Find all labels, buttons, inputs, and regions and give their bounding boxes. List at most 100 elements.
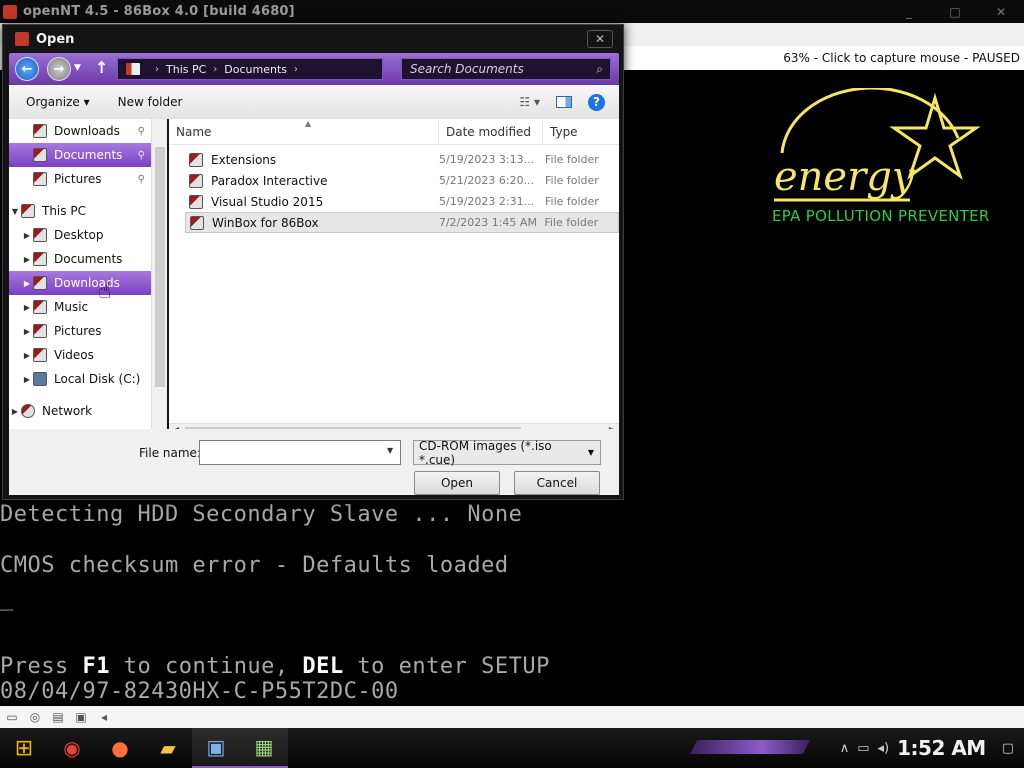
minimize-button[interactable]: _ (886, 5, 932, 19)
chevron-down-icon[interactable]: ▼ (9, 207, 21, 216)
open-dialog: Open ✕ ← → ▼ ↑ › This PC › Documents › S… (2, 24, 624, 500)
file-list-header: Name ▲ Date modified Type (169, 118, 619, 145)
file-row[interactable]: Paradox Interactive 5/21/2023 6:20... File… (185, 170, 619, 191)
chevron-right-icon[interactable]: ▶ (21, 279, 33, 288)
chevron-right-icon[interactable]: ▶ (9, 407, 21, 416)
chevron-right-icon[interactable]: ▶ (21, 303, 33, 312)
dialog-footer: File name: ▼ CD-ROM images (*.iso *.cue)… (9, 429, 619, 495)
pin-icon: ⚲ (137, 125, 145, 137)
chrome-button[interactable]: ◉ (48, 728, 96, 768)
forward-button[interactable]: → (47, 57, 71, 81)
file-row[interactable]: Extensions 5/19/2023 3:13... File folder (185, 149, 619, 170)
nav-item-music[interactable]: ▶ Music (9, 295, 151, 319)
key-del: DEL (302, 654, 344, 679)
nav-item-label: Network (42, 404, 93, 418)
navigation-pane: Downloads ⚲ Documents ⚲ Pictures ⚲ ▼ This PC… (9, 119, 167, 439)
dialog-titlebar[interactable]: Open ✕ (3, 25, 623, 53)
maximize-button[interactable]: □ (932, 5, 978, 19)
column-type[interactable]: Type (543, 119, 619, 145)
cancel-button[interactable]: Cancel (514, 471, 600, 495)
preview-pane-icon[interactable] (556, 96, 572, 108)
scroll-thumb[interactable] (155, 147, 165, 387)
file-explorer-button[interactable]: ▰ (144, 728, 192, 768)
downloads-icon (33, 124, 47, 138)
file-type-filter[interactable]: CD-ROM images (*.iso *.cue) ▼ (413, 439, 601, 467)
chevron-right-icon[interactable]: ▶ (21, 231, 33, 240)
breadcrumb-documents[interactable]: Documents (224, 63, 287, 76)
file-row[interactable]: Visual Studio 2015 5/19/2023 2:31... File … (185, 191, 619, 212)
nav-item-downloads[interactable]: ▶ Downloads (9, 271, 151, 295)
cdrom-icon[interactable]: ◎ (26, 709, 44, 725)
nav-item-pictures[interactable]: ▶ Pictures (9, 319, 151, 343)
chevron-right-icon[interactable]: ▶ (21, 327, 33, 336)
help-icon[interactable]: ? (588, 93, 605, 111)
dialog-close-button[interactable]: ✕ (587, 30, 613, 48)
open-button[interactable]: Open (414, 471, 500, 495)
volume-icon[interactable]: ◂) (878, 741, 890, 756)
notification-icon[interactable]: ▢ (1002, 741, 1014, 756)
nav-item-network[interactable]: ▶ Network (9, 399, 151, 423)
network-tray-icon[interactable]: ▭ (857, 741, 869, 756)
file-name: Extensions (211, 152, 277, 167)
file-name-input[interactable] (199, 440, 401, 465)
view-options-icon[interactable]: ☷ ▾ (519, 95, 540, 109)
nav-pane-scrollbar[interactable]: ▼ (151, 119, 167, 439)
taskbar-accent (690, 740, 810, 754)
music-icon (33, 300, 47, 314)
back-button[interactable]: ← (15, 57, 39, 81)
up-button[interactable]: ↑ (95, 58, 108, 77)
nav-item-label: Pictures (54, 172, 102, 186)
file-type: File folder (545, 195, 599, 208)
file-date: 5/19/2023 3:13... (439, 153, 535, 166)
chevron-down-icon[interactable]: ▼ (387, 446, 393, 455)
nav-item-local-disk[interactable]: ▶ Local Disk (C:) (9, 367, 151, 391)
file-list: Name ▲ Date modified Type Extensions 5/19/… (169, 118, 619, 439)
search-input[interactable]: Search Documents ⌕ (401, 58, 611, 80)
nav-item-label: Desktop (54, 228, 104, 242)
nav-item-pictures-pinned[interactable]: Pictures ⚲ (9, 167, 151, 191)
floppy-icon[interactable]: ▭ (3, 709, 21, 725)
nav-item-downloads-pinned[interactable]: Downloads ⚲ (9, 119, 151, 143)
pin-icon: ⚲ (137, 173, 145, 185)
nav-item-this-pc[interactable]: ▼ This PC (9, 199, 151, 223)
nav-item-label: Documents (54, 148, 123, 162)
breadcrumb-this-pc[interactable]: This PC (166, 63, 206, 76)
winbox-button[interactable]: ▣ (192, 728, 240, 768)
recent-locations-button[interactable]: ▼ (74, 63, 81, 73)
sound-icon[interactable]: ◂ (95, 709, 113, 725)
86box-button[interactable]: ▦ (240, 728, 288, 768)
chevron-up-icon[interactable]: ∧ (840, 741, 850, 756)
nav-item-documents-pinned[interactable]: Documents ⚲ (9, 143, 151, 167)
chevron-right-icon[interactable]: ▶ (21, 351, 33, 360)
organize-button[interactable]: Organize ▾ (26, 95, 90, 109)
breadcrumb-separator-icon[interactable]: › (155, 64, 159, 75)
new-folder-button[interactable]: New folder (118, 95, 183, 109)
nav-item-desktop[interactable]: ▶ Desktop (9, 223, 151, 247)
column-date-modified[interactable]: Date modified (439, 118, 543, 145)
bios-cursor: _ (0, 586, 14, 611)
key-f1: F1 (82, 654, 110, 679)
network-icon[interactable]: ▣ (72, 709, 90, 725)
nav-item-documents[interactable]: ▶ Documents (9, 247, 151, 271)
press-prefix: Press (0, 654, 83, 679)
breadcrumb-separator-icon[interactable]: › (294, 64, 298, 75)
file-row-selected[interactable]: WinBox for 86Box 7/2/2023 1:45 AM File fol… (185, 212, 619, 233)
host-titlebar[interactable]: openNT 4.5 - 86Box 4.0 [build 4680] _ □ … (0, 0, 1024, 23)
start-button[interactable]: ⊞ (0, 728, 48, 768)
navigation-bar: ← → ▼ ↑ › This PC › Documents › Search D… (9, 53, 619, 85)
chevron-right-icon[interactable]: ▶ (21, 375, 33, 384)
clock[interactable]: 1:52 AM (897, 736, 986, 760)
nav-item-videos[interactable]: ▶ Videos (9, 343, 151, 367)
chevron-right-icon[interactable]: ▶ (21, 255, 33, 264)
chevron-down-icon: ▼ (587, 448, 594, 457)
column-name[interactable]: Name ▲ (169, 118, 439, 145)
file-name: Visual Studio 2015 (211, 194, 324, 209)
search-icon[interactable]: ⌕ (596, 62, 603, 77)
firefox-button[interactable]: ● (96, 728, 144, 768)
press-mid: to continue, (109, 654, 303, 679)
close-button[interactable]: ✕ (978, 5, 1024, 19)
hdd-icon[interactable]: ▤ (49, 709, 67, 725)
address-bar[interactable]: › This PC › Documents › (117, 58, 383, 80)
86box-icon: ▦ (254, 735, 274, 759)
breadcrumb-separator-icon[interactable]: › (213, 64, 217, 75)
